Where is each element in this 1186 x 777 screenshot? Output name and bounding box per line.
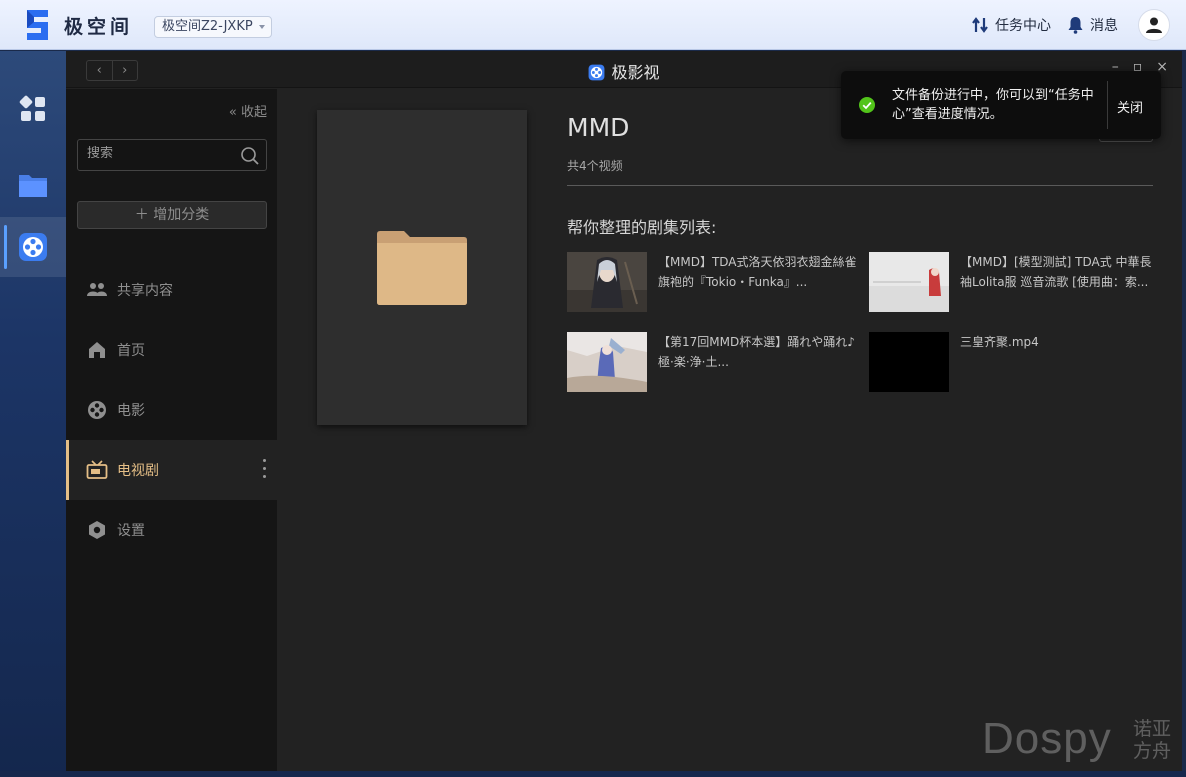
sidebar-item-shared[interactable]: 共享内容 [66,260,277,320]
device-selector[interactable]: 极空间Z2-JXKP [154,16,272,38]
plus-icon: ＋ [134,207,149,223]
more-options-icon[interactable] [263,459,267,478]
home-icon [86,339,108,361]
video-app-window: ‹ › 极影视 – ▫ × « 收起 搜索 ＋ 增加分类 共享内容 首页 电影 … [66,51,1182,771]
sidebar-item-label: 设置 [117,523,145,539]
collapse-label: 收起 [240,105,267,120]
rail-video-button[interactable] [0,217,66,277]
sidebar-item-home[interactable]: 首页 [66,320,277,380]
film-reel-icon [19,233,47,261]
sidebar-item-movies[interactable]: 电影 [66,380,277,440]
folder-icon [377,230,467,305]
rail-files-button[interactable] [0,155,66,215]
episode-item[interactable]: 【第17回MMD杯本選】踊れや踊れ♪極·楽·浄·土... [567,332,859,392]
episode-title: 【MMD】[模型测試] TDA式 中華長袖Lolita服 巡音流歌 [使用曲：索… [960,255,1152,289]
collapse-sidebar-button[interactable]: « 收起 [229,101,267,120]
episode-thumbnail [567,252,647,312]
sidebar-item-label: 电视剧 [117,463,159,479]
episode-thumbnail [567,332,647,392]
divider [567,185,1153,186]
add-category-label: 增加分类 [153,207,210,223]
episode-item[interactable]: 三皇齐聚.mp4 [869,332,1161,392]
top-bar: 极空间 极空间Z2-JXKP 任务中心 消息 [0,0,1186,50]
caret-down-icon [258,25,265,29]
add-category-button[interactable]: ＋ 增加分类 [77,201,267,229]
sidebar-item-label: 首页 [117,343,145,359]
toast-close-button[interactable]: 关闭 [1117,97,1143,116]
success-check-icon [859,97,875,113]
episode-title: 【第17回MMD杯本選】踊れや踊れ♪極·楽·浄·土... [658,335,855,369]
sidebar-item-tv-series[interactable]: 电视剧 [66,440,277,500]
rail-apps-button[interactable] [0,79,66,139]
episode-title: 三皇齐聚.mp4 [960,335,1039,349]
backup-toast: 文件备份进行中，你可以到“任务中心”查看进度情况。 关闭 [841,71,1161,139]
apps-grid-icon [19,95,45,121]
user-icon [1146,17,1162,33]
launcher-rail [0,51,66,777]
episode-item[interactable]: 【MMD】TDA式洛天依羽衣翅金絲雀旗袍的『Tokio・Funka』... [567,252,859,312]
watermark-text: Dospy [982,714,1112,763]
sidebar: « 收起 ＋ 增加分类 共享内容 [66,89,277,771]
episode-thumbnail [869,332,949,392]
double-chevron-left-icon: « [228,105,237,120]
episode-item[interactable]: 【MMD】[模型测試] TDA式 中華長袖Lolita服 巡音流歌 [使用曲：索… [869,252,1161,312]
episode-thumbnail [869,252,949,312]
brand-name: 极空间 [64,16,134,38]
device-name: 极空间Z2-JXKP [162,19,253,34]
task-center-label: 任务中心 [995,18,1051,34]
episode-list-heading: 帮你整理的剧集列表: [567,218,717,237]
messages-label: 消息 [1090,18,1118,34]
film-reel-icon [589,64,605,81]
transfer-arrows-icon [972,17,988,33]
search-icon[interactable] [240,146,260,166]
settings-hex-icon [86,519,108,541]
bell-icon [1068,17,1083,34]
show-poster[interactable] [317,110,527,425]
tv-icon [86,459,108,481]
search-box [77,139,267,171]
app-logo-icon [27,10,48,40]
sidebar-item-label: 电影 [117,403,145,419]
task-center-button[interactable]: 任务中心 [971,15,1051,35]
app-title-label: 极影视 [611,63,660,82]
search-input[interactable] [87,146,227,161]
sidebar-item-label: 共享内容 [117,283,173,299]
video-count: 共4个视频 [567,159,623,173]
messages-button[interactable]: 消息 [1067,15,1118,35]
sidebar-item-settings[interactable]: 设置 [66,500,277,560]
episode-title: 【MMD】TDA式洛天依羽衣翅金絲雀旗袍的『Tokio・Funka』... [658,255,857,289]
toast-message: 文件备份进行中，你可以到“任务中心”查看进度情况。 [892,88,1094,122]
film-reel-icon [86,399,108,421]
folder-icon [19,175,47,197]
toast-divider [1107,81,1108,129]
window-bottom-edge [0,771,1186,777]
people-icon [86,279,108,301]
avatar[interactable] [1138,9,1170,41]
watermark-cn: 诺亚方舟 [1133,718,1172,762]
show-title: MMD [567,113,630,142]
